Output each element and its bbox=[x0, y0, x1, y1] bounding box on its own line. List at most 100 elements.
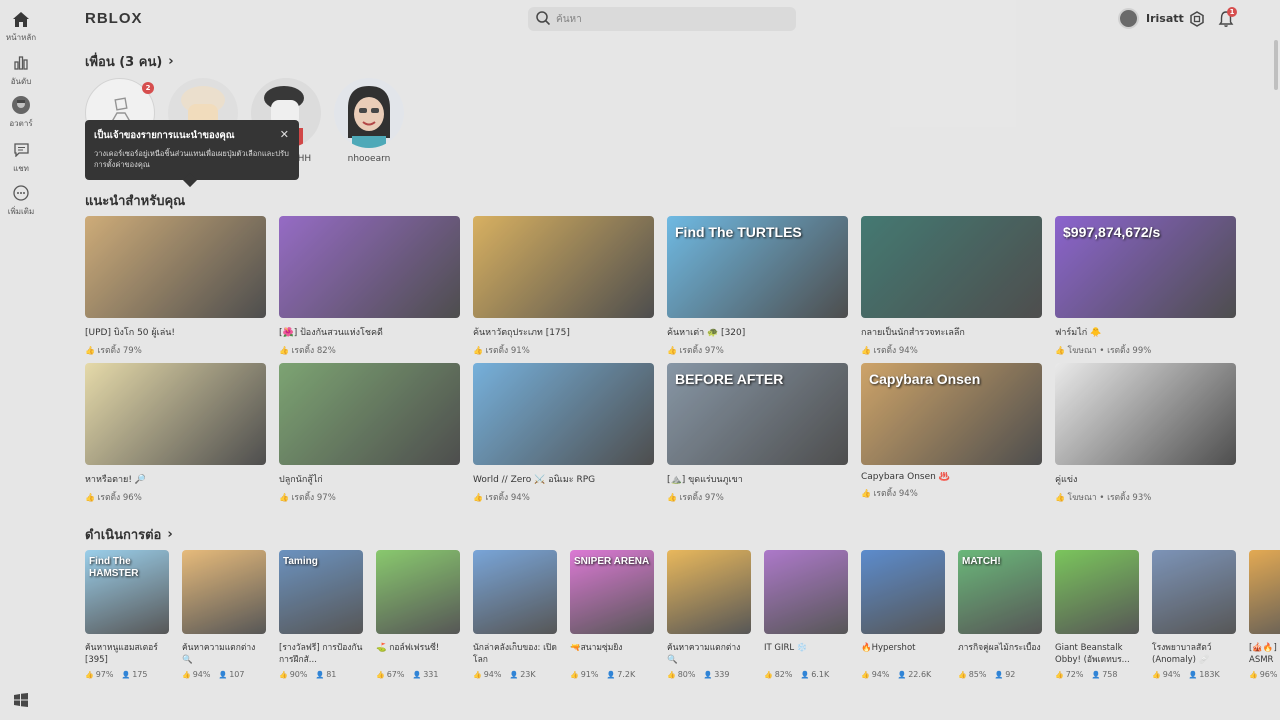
robux-icon[interactable] bbox=[1189, 11, 1205, 27]
continue-game-card[interactable]: ค้นหาความแตกต่าง 🔍 👍 94% 👤 107 bbox=[182, 550, 266, 679]
game-rating: 👍 เรตติ้ง 94% bbox=[473, 490, 654, 504]
continue-game-card[interactable]: โรงพยาบาลสัตว์ (Anomaly) 🩹 👍 94% 👤 183K bbox=[1152, 550, 1236, 679]
game-thumbnail bbox=[279, 216, 460, 318]
game-card[interactable]: [UPD] บิงโก 50 ผู้เล่น! 👍 เรตติ้ง 79% bbox=[85, 216, 266, 357]
chat-icon bbox=[12, 141, 30, 159]
game-card[interactable]: คู่แข่ง 👍 โฆษณา • เรตติ้ง 93% bbox=[1055, 363, 1236, 504]
sidebar-item-label: เพิ่มเติม bbox=[7, 207, 35, 216]
game-card[interactable]: World // Zero ⚔️ อนิเมะ RPG 👍 เรตติ้ง 94% bbox=[473, 363, 654, 504]
sidebar-item-more[interactable]: เพิ่มเติม bbox=[0, 184, 42, 218]
game-rating: 👍 เรตติ้ง 97% bbox=[279, 490, 460, 504]
players-icon: 👤 bbox=[703, 671, 713, 679]
game-card[interactable]: ปลูกนักสู้ไก่ 👍 เรตติ้ง 97% bbox=[279, 363, 460, 504]
rating-text: 85% bbox=[968, 670, 987, 679]
game-title: Capybara Onsen ♨️ bbox=[861, 472, 950, 482]
game-thumbnail: Taming bbox=[279, 550, 363, 634]
continue-game-card[interactable]: Giant Beanstalk Obby! (อัพเดทบร... 👍 72% 👤 7… bbox=[1055, 550, 1139, 679]
game-card[interactable]: Capybara Onsen Capybara Onsen ♨️ 👍 เรตติ้ง… bbox=[861, 363, 1042, 500]
game-title: ภารกิจคู่ผลไม้กระเบื้อง bbox=[958, 643, 1041, 653]
game-card[interactable]: หาหรือตาย! 🔎 👍 เรตติ้ง 96% bbox=[85, 363, 266, 504]
recommended-section-title: แนะนำสำหรับคุณ bbox=[85, 190, 185, 211]
game-thumbnail: Find The TURTLES bbox=[667, 216, 848, 318]
game-stats: 👍 91% 👤 7.2K bbox=[570, 670, 654, 679]
game-rating: 👍 โฆษณา • เรตติ้ง 93% bbox=[1055, 490, 1236, 504]
game-card[interactable]: กลายเป็นนักสำรวจทะเลลึก 👍 เรตติ้ง 94% bbox=[861, 216, 1042, 357]
close-icon[interactable]: ✕ bbox=[280, 128, 289, 141]
thumbs-up-icon: 👍 bbox=[1152, 671, 1161, 679]
tooltip-arrow bbox=[182, 172, 198, 188]
rating-text: 67% bbox=[386, 670, 405, 679]
thumbs-up-icon: 👍 bbox=[279, 346, 292, 355]
rating-text: เรตติ้ง 96% bbox=[97, 493, 142, 503]
username: Irisatt bbox=[1146, 12, 1184, 25]
game-card[interactable]: [🌺] ป้องกันสวนแห่งโชคดี 👍 เรตติ้ง 82% bbox=[279, 216, 460, 357]
players-icon: 👤 bbox=[509, 671, 519, 679]
thumbnail-text: Capybara Onsen bbox=[869, 371, 981, 387]
continue-game-card[interactable]: Find The HAMSTER ค้นหาหนูแฮมสเตอร์ [395] 👍… bbox=[85, 550, 169, 679]
continue-game-card[interactable]: [🎪🔥] ASMR 👍96%👤 bbox=[1249, 550, 1280, 679]
rating-text: เรตติ้ง 91% bbox=[485, 346, 530, 356]
game-thumbnail bbox=[764, 550, 848, 634]
thumbs-up-icon: 👍 bbox=[667, 493, 680, 502]
game-title: ฟาร์มไก่ 🐥 bbox=[1055, 328, 1102, 338]
thumbs-up-icon: 👍 bbox=[1249, 671, 1258, 679]
players-icon: 👤 bbox=[1188, 671, 1198, 679]
continue-game-card[interactable]: Taming [รางวัลฟรี] การป้องกันการฝึกสั... 👍… bbox=[279, 550, 363, 679]
game-card[interactable]: ค้นหาวัตถุประเภท [175] 👍 เรตติ้ง 91% bbox=[473, 216, 654, 357]
game-thumbnail bbox=[861, 550, 945, 634]
sidebar-item-avatar[interactable]: อวตาร์ bbox=[0, 96, 42, 130]
players-icon: 👤 bbox=[606, 671, 616, 679]
player-count: 331 bbox=[423, 670, 439, 679]
continue-game-card[interactable]: MATCH! ภารกิจคู่ผลไม้กระเบื้อง 👍 85% 👤 92 bbox=[958, 550, 1042, 679]
rating-text: เรตติ้ง 94% bbox=[873, 346, 918, 356]
search-input[interactable] bbox=[556, 13, 776, 25]
continue-game-card[interactable]: SNIPER ARENA 🔫สนามซุ่มยิง 👍 91% 👤 7.2K bbox=[570, 550, 654, 679]
game-title: IT GIRL ❄️ bbox=[764, 643, 808, 653]
rating-text: เรตติ้ง 97% bbox=[291, 493, 336, 503]
roblox-logo[interactable]: RBLOX bbox=[85, 10, 143, 27]
thumbs-up-icon: 👍 bbox=[182, 671, 191, 679]
game-thumbnail bbox=[473, 363, 654, 465]
game-card[interactable]: Find The TURTLES ค้นหาเต่า 🐢 [320] 👍 เรตติ… bbox=[667, 216, 848, 357]
continue-game-card[interactable]: ⛳ กอล์ฟเฟรนซี่! 👍 67% 👤 331 bbox=[376, 550, 460, 679]
continue-game-card[interactable]: นักล่าคลังเก็บของ: เปิดโลก 👍 94% 👤 23K bbox=[473, 550, 557, 679]
players-icon: 👤 bbox=[1091, 671, 1101, 679]
game-card[interactable]: $997,874,672/s ฟาร์มไก่ 🐥 👍 โฆษณา • เรตติ้… bbox=[1055, 216, 1236, 357]
friend-card[interactable]: nhooearn bbox=[334, 78, 404, 164]
sidebar-item-label: อันดับ bbox=[10, 77, 32, 86]
search-bar[interactable] bbox=[528, 7, 796, 31]
game-rating: 👍 เรตติ้ง 94% bbox=[861, 343, 1042, 357]
notification-count-badge: 1 bbox=[1227, 7, 1237, 17]
game-stats: 👍 97% 👤 175 bbox=[85, 670, 169, 679]
thumbs-up-icon: 👍 bbox=[861, 346, 874, 355]
continue-game-card[interactable]: ค้นหาความแตกต่าง 🔍 👍 80% 👤 339 bbox=[667, 550, 751, 679]
player-count: 175 bbox=[132, 670, 148, 679]
sidebar-item-chat[interactable]: แชท bbox=[0, 141, 42, 175]
user-profile[interactable]: Irisatt bbox=[1118, 8, 1184, 29]
sidebar-item-home[interactable]: หน้าหลัก bbox=[0, 10, 42, 44]
game-thumbnail bbox=[1249, 550, 1280, 634]
game-title: 🔥Hypershot bbox=[861, 643, 916, 653]
rating-text: เรตติ้ง 79% bbox=[97, 346, 142, 356]
game-stats: 👍 94% 👤 183K bbox=[1152, 670, 1236, 679]
tooltip-title: เป็นเจ้าของรายการแนะนำของคุณ bbox=[94, 130, 235, 141]
game-thumbnail bbox=[1055, 550, 1139, 634]
game-thumbnail bbox=[376, 550, 460, 634]
game-stats: 👍 94% 👤 107 bbox=[182, 670, 266, 679]
notification-bell-icon[interactable]: 1 bbox=[1218, 7, 1237, 28]
windows-icon bbox=[14, 692, 28, 707]
continue-game-card[interactable]: 🔥Hypershot 👍 94% 👤 22.6K bbox=[861, 550, 945, 679]
sidebar-item-charts[interactable]: อันดับ bbox=[0, 54, 42, 88]
game-stats: 👍 80% 👤 339 bbox=[667, 670, 751, 679]
friends-section-title[interactable]: เพื่อน (3 คน) › bbox=[85, 51, 174, 72]
scrollbar[interactable] bbox=[1274, 40, 1278, 90]
thumbs-up-icon: 👍 bbox=[570, 671, 579, 679]
continue-section-title[interactable]: ดำเนินการต่อ › bbox=[85, 524, 173, 545]
thumbnail-text: Find The TURTLES bbox=[675, 224, 802, 240]
rating-text: เรตติ้ง 97% bbox=[679, 493, 724, 503]
game-rating: 👍 เรตติ้ง 97% bbox=[667, 490, 848, 504]
game-card[interactable]: BEFORE AFTER [⛰️] ขุดแร่บนภูเขา 👍 เรตติ้ง … bbox=[667, 363, 848, 504]
continue-game-card[interactable]: IT GIRL ❄️ 👍 82% 👤 6.1K bbox=[764, 550, 848, 679]
rating-text: 90% bbox=[289, 670, 308, 679]
continue-title: ดำเนินการต่อ bbox=[85, 528, 162, 543]
